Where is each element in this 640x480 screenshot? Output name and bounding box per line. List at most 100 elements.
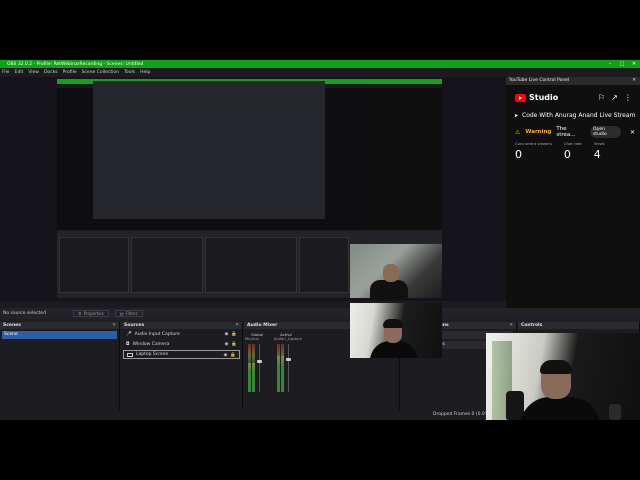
youtube-header-icons: ⚐ ↗ ⋮ <box>598 93 632 102</box>
warning-icon: ⚠ <box>515 128 521 136</box>
person-hair <box>540 360 572 374</box>
volume-meter <box>277 344 280 392</box>
menu-view[interactable]: View <box>28 70 39 75</box>
transitions-close-icon[interactable]: ✕ <box>509 322 513 329</box>
source-label: Window Camera <box>132 342 170 347</box>
properties-button[interactable]: ⚙ Properties <box>73 310 109 317</box>
filter-icon: ▤ <box>119 311 124 316</box>
more-icon[interactable]: ⋮ <box>624 93 632 102</box>
controls-title: Controls <box>521 323 543 328</box>
nested-transitions-dock <box>299 237 349 293</box>
menu-docks[interactable]: Docks <box>44 70 58 75</box>
lock-icon[interactable]: 🔒 <box>231 330 237 339</box>
source-toolbar: No source selected ⚙ Properties ▤ Filters <box>0 308 640 319</box>
gear-icon: ⚙ <box>78 311 82 316</box>
open-studio-button[interactable]: Open studio <box>589 126 621 138</box>
close-icon[interactable]: ✕ <box>628 60 640 68</box>
source-toggles: ◉ 🔒 <box>224 330 237 339</box>
sources-header: Sources ✕ <box>121 322 242 329</box>
scenes-close-icon[interactable]: ✕ <box>112 322 116 329</box>
nested-sources-dock <box>131 237 203 293</box>
stat-label: Concurrent viewers <box>515 141 552 146</box>
nested-screen-capture <box>57 79 442 300</box>
share-icon[interactable]: ↗ <box>611 93 618 102</box>
meter-level <box>252 363 255 392</box>
stat-concurrent-viewers: Concurrent viewers 0 <box>515 141 552 161</box>
window-controls: – □ ✕ <box>604 60 640 68</box>
desk-object <box>609 404 621 420</box>
maximize-icon[interactable]: □ <box>616 60 628 68</box>
stream-title-text: Code With Anurag Anand Live Stream <box>522 112 636 119</box>
channel-source: Audio I_Capture <box>274 337 302 341</box>
dismiss-warning-icon[interactable]: ✕ <box>630 129 635 136</box>
warning-label: Warning <box>525 129 552 135</box>
preview-area[interactable] <box>0 77 506 301</box>
minimize-icon[interactable]: – <box>604 60 616 68</box>
filters-button[interactable]: ▤ Filters <box>114 310 143 317</box>
person-body <box>370 341 418 358</box>
volume-slider[interactable] <box>259 344 260 392</box>
youtube-studio-logo: Studio <box>515 93 558 102</box>
visibility-icon[interactable]: ◉ <box>224 340 228 349</box>
nested-person-body <box>370 280 408 300</box>
menu-tools[interactable]: Tools <box>124 70 135 75</box>
preview-webcam <box>350 303 442 358</box>
stream-live-icon: ▸ <box>515 112 519 119</box>
sources-dock: Sources ✕ 🎤 Audio Input Capture ◉ 🔒 ◘ Window … <box>121 322 243 420</box>
mixer-title: Audio Mixer <box>247 323 278 328</box>
stat-label: Chat rate <box>563 141 582 146</box>
mixer-channel-active: Active Audio I_Capture <box>274 332 302 392</box>
menu-profile[interactable]: Profile <box>63 70 77 75</box>
stream-stats: Concurrent viewers 0 Chat rate 0 Views 4 <box>515 141 605 161</box>
source-item-laptop-screen[interactable]: Laptop Screen ◉ 🔒 <box>123 350 240 359</box>
dropped-frames: Dropped Frames 0 (0.0%) <box>433 412 491 417</box>
visibility-icon[interactable]: ◉ <box>223 351 227 360</box>
title-bar: OBS 32.0.2 - Profile: RetWebinarRecordin… <box>0 60 640 68</box>
volume-slider[interactable] <box>288 344 289 392</box>
controls-header: Controls <box>518 322 639 329</box>
meter-level <box>281 356 284 392</box>
stat-views: Views 4 <box>594 141 605 161</box>
scenes-title: Scenes <box>3 323 21 328</box>
scenes-dock: Scenes✕ Scene + 🗑 ▤ ∧ ∨ <box>0 322 120 420</box>
menu-edit[interactable]: Edit <box>15 70 24 75</box>
stat-value: 0 <box>515 148 522 161</box>
menu-bar: File Edit View Docks Profile Scene Colle… <box>0 68 640 77</box>
source-toggles: ◉ 🔒 <box>224 340 237 349</box>
camera-icon: ◘ <box>126 342 130 347</box>
menu-scene-collection[interactable]: Scene Collection <box>82 70 119 75</box>
menu-help[interactable]: Help <box>140 70 150 75</box>
lock-icon[interactable]: 🔒 <box>231 340 237 349</box>
bookmark-icon[interactable]: ⚐ <box>598 93 605 102</box>
source-item-audio-input[interactable]: 🎤 Audio Input Capture ◉ 🔒 <box>123 330 240 339</box>
volume-slider-handle[interactable] <box>286 358 291 361</box>
sources-close-icon[interactable]: ✕ <box>235 322 239 329</box>
person-body <box>520 397 600 420</box>
studio-label: Studio <box>529 93 559 102</box>
window-title: OBS 32.0.2 - Profile: RetWebinarRecordin… <box>7 61 144 67</box>
stat-label: Views <box>593 141 605 146</box>
source-label: Audio Input Capture <box>134 332 180 337</box>
youtube-play-icon <box>515 93 526 102</box>
volume-meter <box>252 344 255 392</box>
menu-file[interactable]: File <box>2 70 10 75</box>
properties-label: Properties <box>83 311 104 316</box>
stat-chat-rate: Chat rate 0 <box>564 141 582 161</box>
lock-icon[interactable]: 🔒 <box>230 351 236 360</box>
nested-webcam <box>350 244 442 300</box>
nested-person-face <box>383 264 399 282</box>
preview-canvas[interactable] <box>57 79 442 300</box>
stat-value: 4 <box>593 148 601 161</box>
volume-slider-handle[interactable] <box>257 360 262 363</box>
youtube-panel-title: YouTube Live Control Panel <box>509 78 570 83</box>
scene-item[interactable]: Scene <box>2 331 117 339</box>
youtube-panel-close-icon[interactable]: ✕ <box>632 77 636 85</box>
monitor-icon <box>127 352 133 357</box>
meter-level <box>248 363 251 392</box>
source-item-window-camera[interactable]: ◘ Window Camera ◉ 🔒 <box>123 340 240 349</box>
microphone-icon: 🎤 <box>126 332 132 337</box>
source-label: Laptop Screen <box>136 352 169 357</box>
nested-scenes-dock <box>59 237 129 293</box>
warning-banner: ⚠ Warning The strea... Open studio ✕ <box>515 126 635 138</box>
visibility-icon[interactable]: ◉ <box>224 330 228 339</box>
